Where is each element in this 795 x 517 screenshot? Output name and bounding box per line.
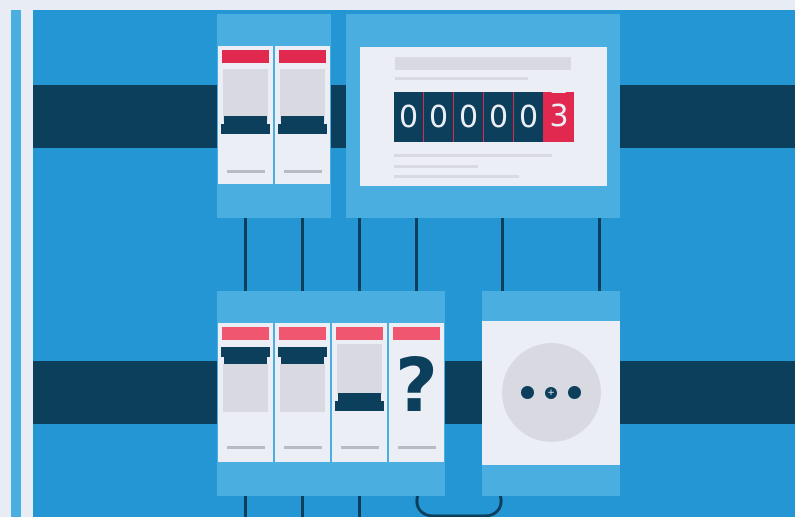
counter-digit: 0 [394, 92, 424, 142]
counter-digit: 0 [454, 92, 484, 142]
breaker-lever-bottom[interactable] [281, 357, 324, 364]
meter-label-line [394, 154, 552, 157]
question-mark-icon: ? [395, 343, 438, 429]
breaker-cap [222, 327, 269, 340]
meter-display: 0 0 0 0 0 2 3 [360, 47, 607, 186]
breaker-lever[interactable] [335, 401, 384, 411]
counter-digit: 0 [514, 92, 544, 142]
breaker-cap [279, 327, 326, 340]
socket-pin-right [568, 386, 581, 399]
breaker-label-line [341, 446, 379, 449]
power-socket[interactable]: + [502, 343, 601, 442]
wire [301, 496, 304, 517]
wire [598, 218, 601, 292]
breaker-lever[interactable] [278, 124, 327, 134]
breaker-label-line [284, 446, 322, 449]
breaker-cap [393, 327, 440, 340]
wire [244, 496, 247, 517]
counter-digit: 0 [424, 92, 454, 142]
breaker-label-line [227, 446, 265, 449]
breaker-cap [222, 50, 269, 63]
socket-pin-left [521, 386, 534, 399]
main-breaker-1[interactable] [218, 46, 274, 184]
breaker-lever[interactable] [221, 124, 270, 134]
breaker-window [280, 69, 325, 121]
breaker-lever-top[interactable] [338, 393, 381, 401]
circuit-breaker-3[interactable] [332, 323, 388, 462]
breaker-label-line [284, 170, 322, 173]
breaker-label-line [398, 446, 436, 449]
wall-frame-left [11, 10, 21, 517]
breaker-lever[interactable] [278, 347, 327, 357]
breaker-lever-top[interactable] [281, 116, 324, 124]
wire [244, 218, 247, 292]
breaker-window [223, 364, 268, 412]
breaker-window [337, 344, 382, 394]
meter-label-line [394, 175, 519, 178]
breaker-cap [279, 50, 326, 63]
meter-label-line [395, 77, 528, 80]
breaker-lever[interactable] [221, 347, 270, 357]
breaker-lever-top[interactable] [224, 116, 267, 124]
main-breaker-2[interactable] [275, 46, 330, 184]
counter-digit: 0 [484, 92, 514, 142]
wire [415, 218, 418, 292]
breaker-window [223, 69, 268, 121]
circuit-breaker-mystery[interactable]: ? [389, 323, 444, 462]
breaker-cap [336, 327, 383, 340]
rolling-digit-current: 3 [549, 99, 569, 134]
meter-counter: 0 0 0 0 0 2 3 [394, 92, 574, 142]
wire [358, 218, 361, 292]
circuit-breaker-1[interactable] [218, 323, 274, 462]
breaker-window [280, 364, 325, 412]
wire-loop [415, 494, 503, 517]
breaker-lever-bottom[interactable] [224, 357, 267, 364]
counter-digit-rolling: 2 3 [544, 92, 574, 142]
breaker-label-line [227, 170, 265, 173]
wire [358, 496, 361, 517]
meter-label-line [394, 165, 478, 168]
meter-label-bar [395, 57, 571, 70]
wire [301, 218, 304, 292]
socket-screw: + [545, 387, 557, 399]
wire [501, 218, 504, 292]
circuit-breaker-2[interactable] [275, 323, 331, 462]
